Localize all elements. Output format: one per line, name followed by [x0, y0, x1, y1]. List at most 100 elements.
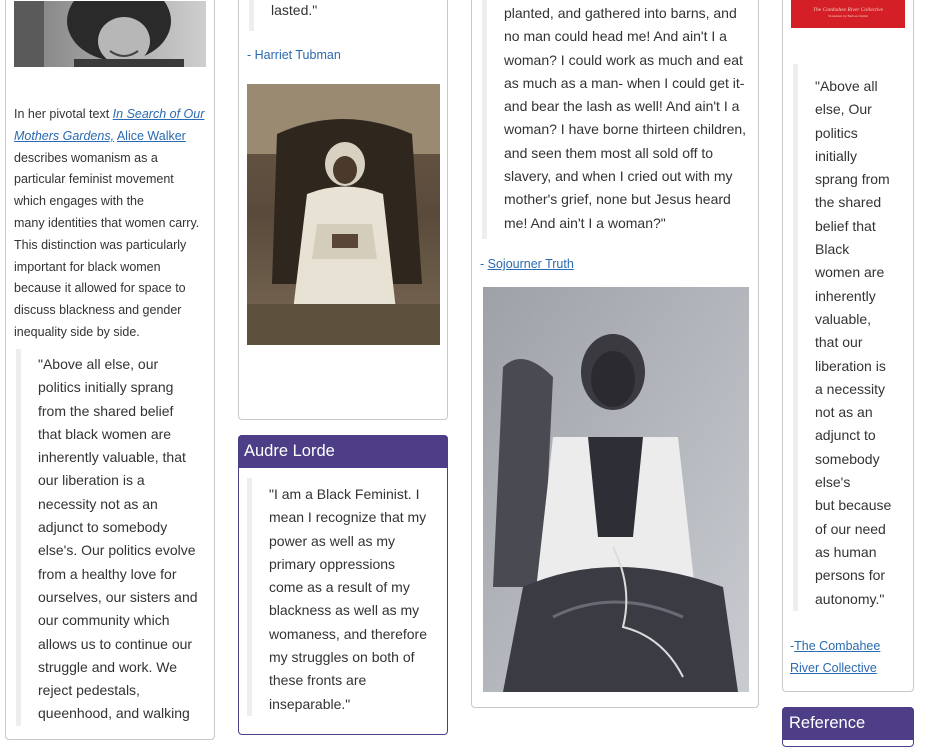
intro-line: This distinction was particularly — [14, 237, 187, 252]
quote-line: Black — [815, 241, 850, 258]
truth-quote: planted, and gathered into barns, and no… — [482, 0, 752, 239]
quote-line: from a healthy love for — [38, 565, 177, 582]
sojourner-truth-link[interactable]: Sojourner Truth — [488, 257, 574, 271]
quote-line: as much as a man- when I could get it- — [504, 74, 745, 91]
quote-line: politics initially sprang — [38, 379, 174, 396]
combahee-attribution: -The Combahee River Collective — [790, 635, 880, 679]
quote-line: woman? I could work as much and eat — [504, 51, 743, 68]
lorde-panel: Audre Lorde "I am a Black Feminist. I me… — [238, 435, 448, 735]
combahee-panel: The Combahee River Collective Statement … — [782, 0, 914, 692]
quote-line: my struggles on both of — [269, 649, 415, 666]
intro-line: because it allowed for space to — [14, 281, 186, 296]
quote-line: womaness, and therefore — [269, 625, 427, 642]
walker-panel: In her pivotal text In Search of Our Mot… — [5, 0, 215, 740]
quote-line: sprang from — [815, 171, 890, 188]
tubman-panel: lasted." - Harriet Tubman — [238, 0, 448, 420]
quote-line: struggle and work. We — [38, 658, 178, 675]
quote-line: our liberation is a — [38, 472, 145, 489]
truth-attribution: - Sojourner Truth — [480, 257, 574, 271]
quote-line: no man could head me! And ain't I a — [504, 28, 727, 45]
combahee-link-cont[interactable]: River Collective — [790, 661, 877, 675]
quote-line: liberation is — [815, 357, 886, 374]
quote-line: blackness as well as my — [269, 602, 420, 619]
lorde-quote: "I am a Black Feminist. I mean I recogni… — [247, 478, 441, 716]
quote-line: initially — [815, 147, 858, 164]
quote-line: belief that — [815, 217, 876, 234]
combahee-quote-2: "Above all else, Our politics initially … — [793, 64, 907, 611]
quote-line: else's. Our politics evolve — [38, 542, 196, 559]
lorde-header: Audre Lorde — [238, 435, 448, 468]
alice-walker-link[interactable]: Alice Walker — [117, 129, 186, 143]
walker-intro: In her pivotal text In Search of Our Mot… — [14, 104, 214, 344]
quote-line: valuable, — [815, 310, 872, 327]
intro-line: important for black women — [14, 259, 161, 274]
quote-line: women are — [815, 264, 885, 281]
quote-line: primary oppressions — [269, 555, 396, 572]
quote-line: "I am a Black Feminist. I — [269, 486, 420, 502]
combahee-quote-1: "Above all else, our politics initially … — [16, 349, 212, 726]
intro-line: discuss blackness and gender — [14, 303, 182, 318]
quote-line: from the shared belief — [38, 402, 174, 419]
quote-line: as human — [815, 543, 877, 560]
intro-line: many identities that women carry. — [14, 215, 200, 230]
book-cover-subtitle: Statement by Barbara Smith — [828, 14, 868, 18]
combahee-link[interactable]: The Combahee — [794, 639, 880, 653]
intro-text: In her pivotal text — [14, 107, 113, 121]
quote-line: of our need — [815, 520, 886, 537]
intro-line: inequality side by side. — [14, 324, 140, 339]
harriet-tubman-photo — [247, 84, 440, 345]
quote-line: inseparable." — [269, 695, 351, 712]
quote-line: inherently valuable, that — [38, 449, 186, 466]
quote-line: queenhood, and walking — [38, 705, 190, 722]
truth-panel: planted, and gathered into barns, and no… — [471, 0, 759, 708]
quote-line: planted, and gathered into barns, and — [504, 5, 737, 21]
quote-line: "Above all — [815, 78, 878, 94]
quote-line: and bear the lash as well! And ain't I a — [504, 98, 740, 115]
quote-line: else's — [815, 474, 851, 491]
quote-line: adjunct to somebody — [38, 519, 168, 536]
reference-header-text: Reference — [789, 714, 866, 732]
quote-line: come as a result of my — [269, 579, 410, 596]
quote-line: "Above all else, our — [38, 356, 159, 372]
quote-line: that black women are — [38, 425, 172, 442]
quote-line: our community which — [38, 612, 170, 629]
intro-line: describes womanism as a — [14, 150, 158, 165]
quote-line: adjunct to — [815, 427, 876, 444]
quote-line: reject pedestals, — [38, 682, 140, 699]
quote-line: me! And ain't I a woman?" — [504, 214, 666, 231]
quote-line: lasted." — [271, 2, 318, 18]
lorde-header-text: Audre Lorde — [244, 442, 335, 460]
book-cover-title: The Combahee River Collective — [812, 7, 884, 13]
quote-line: slavery, and when I cried out with my — [504, 168, 733, 185]
reference-header: Reference — [782, 707, 914, 740]
quote-line: else, Our — [815, 101, 872, 118]
quote-line: inherently — [815, 287, 876, 304]
quote-line: but because — [815, 497, 892, 514]
sojourner-truth-photo — [483, 287, 749, 692]
quote-line: mother's grief, none but Jesus heard — [504, 191, 731, 208]
quote-line: not as an — [815, 404, 873, 421]
alice-walker-photo — [14, 1, 206, 67]
quote-line: politics — [815, 124, 858, 141]
quote-line: somebody — [815, 450, 880, 467]
quote-line: that our — [815, 334, 863, 351]
quote-line: allows us to continue our — [38, 635, 193, 652]
intro-line: particular feminist movement — [14, 172, 174, 187]
intro-line: which engages with the — [14, 194, 144, 209]
quote-line: woman? I have borne thirteen children, — [504, 121, 747, 138]
harriet-tubman-link[interactable]: - Harriet Tubman — [247, 48, 341, 62]
quote-line: a necessity — [815, 380, 886, 397]
quote-line: the shared — [815, 194, 882, 211]
quote-line: these fronts are — [269, 672, 367, 689]
quote-line: autonomy." — [815, 590, 885, 607]
tubman-quote: lasted." — [249, 0, 441, 31]
quote-line: power as well as my — [269, 532, 396, 549]
reference-panel: Reference — [782, 707, 914, 747]
quote-line: persons for — [815, 567, 886, 584]
quote-line: ourselves, our sisters and — [38, 588, 198, 605]
combahee-book-cover: The Combahee River Collective Statement … — [791, 0, 905, 28]
attr-prefix: - — [480, 257, 488, 271]
quote-line: mean I recognize that my — [269, 509, 427, 526]
quote-line: and seen them most all sold off to — [504, 144, 714, 161]
quote-line: necessity not as an — [38, 495, 158, 512]
